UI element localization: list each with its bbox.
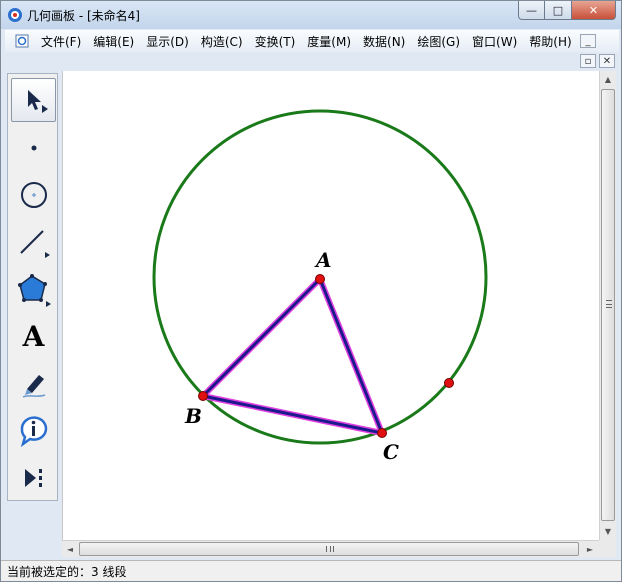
tool-compass[interactable] [11,173,56,217]
triangle-abc [201,277,384,435]
status-text: 当前被选定的：3 线段 [7,564,127,579]
status-bar: 当前被选定的：3 线段 [1,560,621,581]
scroll-left-icon: ◄ [66,544,74,554]
point-c[interactable] [377,428,387,438]
sketch-canvas[interactable]: A B C [62,71,599,540]
point-b[interactable] [198,391,208,401]
menu-graph[interactable]: 绘图(G) [411,33,466,50]
scroll-up-icon: ▲ [604,74,612,84]
maximize-icon: □ [552,3,564,17]
menu-help[interactable]: 帮助(H) [523,33,577,50]
menu-window[interactable]: 窗口(W) [466,33,523,50]
mdi-strip: ▫ ✕ [5,52,619,70]
menu-edit[interactable]: 编辑(E) [87,33,140,50]
window-controls: — □ ✕ [518,1,616,21]
tool-point[interactable] [11,126,56,170]
horizontal-scrollbar[interactable]: ◄ ► [62,540,599,557]
line-segment-icon [19,230,50,258]
window-title: 几何画板 - [未命名4] [27,9,140,23]
title-bar: 几何画板 - [未命名4] — □ ✕ [1,1,621,29]
segment-highlight [200,276,385,436]
tool-text[interactable]: A [11,314,56,358]
tool-info[interactable] [11,409,56,453]
minimize-icon: — [526,3,537,17]
arrow-select-icon [27,90,48,113]
custom-tool-icon [24,469,42,487]
vertical-scroll-thumb[interactable] [601,89,615,521]
label-c[interactable]: C [383,440,399,464]
grip-icon [326,546,334,552]
tool-custom[interactable] [11,456,56,500]
menu-data[interactable]: 数据(N) [357,33,411,50]
menu-measure[interactable]: 度量(M) [301,33,357,50]
info-tool-icon [20,416,47,448]
maximize-button[interactable]: □ [545,1,572,20]
doc-close-icon: ✕ [602,55,612,67]
menu-construct[interactable]: 构造(C) [195,33,249,50]
scroll-up-button[interactable]: ▲ [600,71,616,87]
doc-minimize-button[interactable]: _ [580,34,596,48]
scroll-left-button[interactable]: ◄ [62,541,78,557]
menu-display[interactable]: 显示(D) [140,33,195,50]
text-tool-icon: A [22,319,45,353]
scroll-down-button[interactable]: ▼ [600,523,616,539]
scroll-right-button[interactable]: ► [582,541,598,557]
tool-straightedge[interactable] [11,220,56,264]
close-button[interactable]: ✕ [572,1,616,20]
close-icon: ✕ [588,3,599,17]
point-tool-icon [31,145,36,151]
app-window: 几何画板 - [未命名4] — □ ✕ 文件(F) 编辑(E) 显示(D) 构造… [0,0,622,582]
scroll-corner [599,540,616,557]
vertical-scrollbar[interactable]: ▲ ▼ [599,71,616,540]
geometer-app-icon [8,8,22,22]
polygon-tool-icon [17,274,51,307]
menu-transform[interactable]: 变换(T) [249,33,302,50]
horizontal-scroll-thumb[interactable] [79,542,579,556]
doc-restore-icon: ▫ [584,55,592,67]
tool-polygon[interactable] [11,268,56,312]
compass-circle-icon [20,182,47,208]
doc-close-button[interactable]: ✕ [599,54,615,68]
point-a[interactable] [315,274,325,284]
grip-icon [606,300,612,308]
point-on-circle[interactable] [444,378,454,388]
marker-pen-icon [22,375,45,398]
sketch-drawing: A B C [152,109,488,464]
doc-restore-button[interactable]: ▫ [580,54,596,68]
menu-file[interactable]: 文件(F) [35,33,87,50]
minimize-button[interactable]: — [518,1,545,20]
triangle-segments[interactable] [200,276,385,436]
document-icon[interactable] [15,34,29,48]
tool-marker[interactable] [11,362,56,406]
menu-bar: 文件(F) 编辑(E) 显示(D) 构造(C) 变换(T) 度量(M) 数据(N… [5,30,619,52]
label-a[interactable]: A [314,248,332,272]
doc-minimize-icon: _ [585,35,591,47]
toolbox: A [7,73,58,501]
scroll-down-icon: ▼ [604,526,612,536]
scroll-right-icon: ► [586,544,594,554]
label-b[interactable]: B [184,404,202,428]
tool-arrow[interactable] [11,78,56,122]
